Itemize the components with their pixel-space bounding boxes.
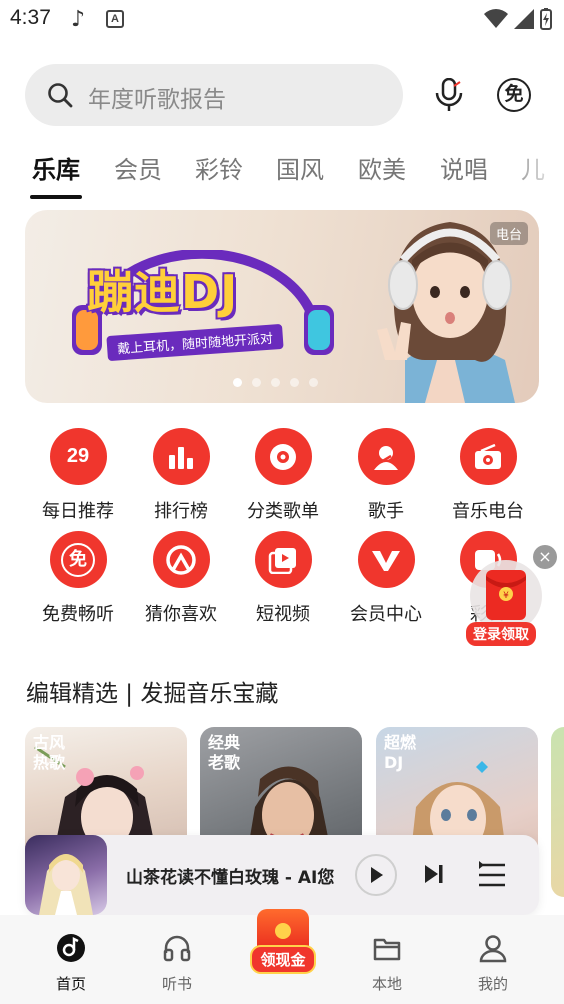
svg-text:¥: ¥	[503, 591, 509, 601]
app-notification-icon: A	[106, 10, 124, 28]
card-tag-line: 超燃	[384, 733, 417, 752]
headphones-icon	[163, 935, 191, 962]
playlist-card-partial[interactable]	[551, 727, 564, 897]
entry-label: 排行榜	[154, 501, 208, 522]
page-dot	[252, 378, 261, 387]
entry-guess-you-like[interactable]: 猜你喜欢	[131, 531, 231, 626]
card-tag-line: DJ	[384, 753, 404, 772]
login-reward-label: 登录领取	[466, 622, 536, 646]
tabs-fade	[500, 148, 564, 194]
search-icon	[48, 83, 73, 108]
nav-label: 我的	[477, 975, 508, 993]
card-tag-line: 经典	[208, 733, 241, 752]
entry-label: 会员中心	[350, 604, 422, 625]
free-icon-text: 免	[61, 542, 95, 577]
video-icon	[254, 531, 312, 588]
nav-home[interactable]: 首页	[31, 933, 111, 994]
card-tag: 古风 热歌	[33, 733, 65, 773]
vip-icon	[357, 531, 415, 588]
section-title: 编辑精选 | 发掘音乐宝藏	[26, 681, 279, 707]
banner-pagination	[233, 378, 318, 387]
entry-playlists[interactable]: 分类歌单	[233, 428, 333, 523]
promo-banner[interactable]: 蹦迪DJ 戴上耳机，随时随地开派对 电台	[25, 210, 539, 403]
next-track-icon[interactable]	[423, 863, 445, 885]
category-tabs: 乐库 会员 彩铃 国风 欧美 说唱 儿	[32, 150, 564, 200]
album-cover-image	[25, 835, 107, 915]
entry-singers[interactable]: 歌手	[336, 428, 436, 523]
nav-label: 首页	[55, 975, 86, 993]
tab-chinese-style[interactable]: 国风	[276, 150, 324, 185]
tab-library[interactable]: 乐库	[32, 150, 80, 185]
bottom-navigation: 首页 听书 领现金 本地 我的	[0, 909, 564, 1004]
guess-like-icon	[152, 531, 210, 588]
close-icon[interactable]: ×	[533, 545, 557, 569]
nav-audiobooks[interactable]: 听书	[137, 933, 217, 994]
play-icon	[371, 867, 383, 883]
card-tag-line: 古风	[33, 733, 66, 752]
card-tag: 经典 老歌	[208, 733, 240, 773]
wifi-icon	[484, 9, 508, 28]
entry-charts[interactable]: 排行榜	[131, 428, 231, 523]
nav-label: 本地	[371, 975, 402, 993]
tab-vip[interactable]: 会员	[114, 150, 162, 185]
entry-daily-recommend[interactable]: 29 每日推荐	[28, 428, 128, 523]
entry-label: 歌手	[368, 501, 404, 522]
tab-western[interactable]: 欧美	[358, 150, 406, 185]
folder-icon	[373, 938, 401, 961]
red-packet-icon: ¥	[470, 560, 542, 632]
music-note-icon: ♪	[71, 7, 86, 32]
entry-label: 每日推荐	[42, 501, 114, 522]
banner-radio-badge: 电台	[489, 222, 528, 245]
nav-earn-cash[interactable]: 领现金	[248, 909, 318, 982]
free-mode-icon[interactable]: 免	[497, 78, 531, 112]
home-disc-icon	[57, 934, 85, 962]
battery-icon	[540, 8, 552, 30]
mini-player[interactable]: 山茶花读不懂白玫瑰 - AI您	[25, 835, 539, 915]
playlist-icon[interactable]	[477, 861, 507, 889]
entry-short-video[interactable]: 短视频	[233, 531, 333, 626]
entry-label: 猜你喜欢	[145, 604, 217, 625]
track-title: 山茶花读不懂白玫瑰 - AI您	[126, 868, 335, 888]
login-reward-float[interactable]: ¥ × 登录领取	[466, 545, 557, 646]
search-bar[interactable]: 年度听歌报告	[25, 64, 403, 126]
card-tag-line: 热歌	[33, 753, 66, 772]
free-icon: 免	[49, 531, 107, 588]
nav-label: 听书	[161, 975, 192, 993]
page-dot	[233, 378, 242, 387]
page-dot	[271, 378, 280, 387]
entry-label: 分类歌单	[247, 501, 319, 522]
page-dot	[309, 378, 318, 387]
voice-search-icon[interactable]	[434, 78, 464, 112]
entry-label: 短视频	[256, 604, 310, 625]
calendar-29-icon: 29	[49, 428, 107, 485]
user-icon	[479, 935, 507, 963]
nav-mine[interactable]: 我的	[453, 933, 533, 994]
active-tab-indicator	[30, 195, 82, 199]
entry-vip-center[interactable]: 会员中心	[336, 531, 436, 626]
status-bar: 4:37 ♪ A	[0, 0, 564, 40]
entry-label: 音乐电台	[452, 501, 524, 522]
card-tag-line: 老歌	[208, 753, 241, 772]
entry-radio[interactable]: 音乐电台	[438, 428, 538, 523]
page-dot	[290, 378, 299, 387]
entry-label: 免费畅听	[42, 604, 114, 625]
nav-local[interactable]: 本地	[347, 933, 427, 994]
entry-free-listen[interactable]: 免 免费畅听	[28, 531, 128, 626]
signal-icon	[514, 9, 534, 29]
banner-title: 蹦迪DJ	[87, 265, 239, 319]
tab-rap[interactable]: 说唱	[440, 150, 488, 185]
status-time: 4:37	[10, 6, 51, 29]
bar-chart-icon	[152, 428, 210, 485]
search-placeholder: 年度听歌报告	[88, 87, 226, 113]
nav-label: 领现金	[250, 945, 316, 974]
play-button[interactable]	[355, 854, 397, 896]
card-tag: 超燃 DJ	[384, 733, 416, 773]
tab-ringtone[interactable]: 彩铃	[195, 150, 243, 185]
vinyl-disc-icon	[254, 428, 312, 485]
singer-icon	[357, 428, 415, 485]
radio-icon	[459, 428, 517, 485]
